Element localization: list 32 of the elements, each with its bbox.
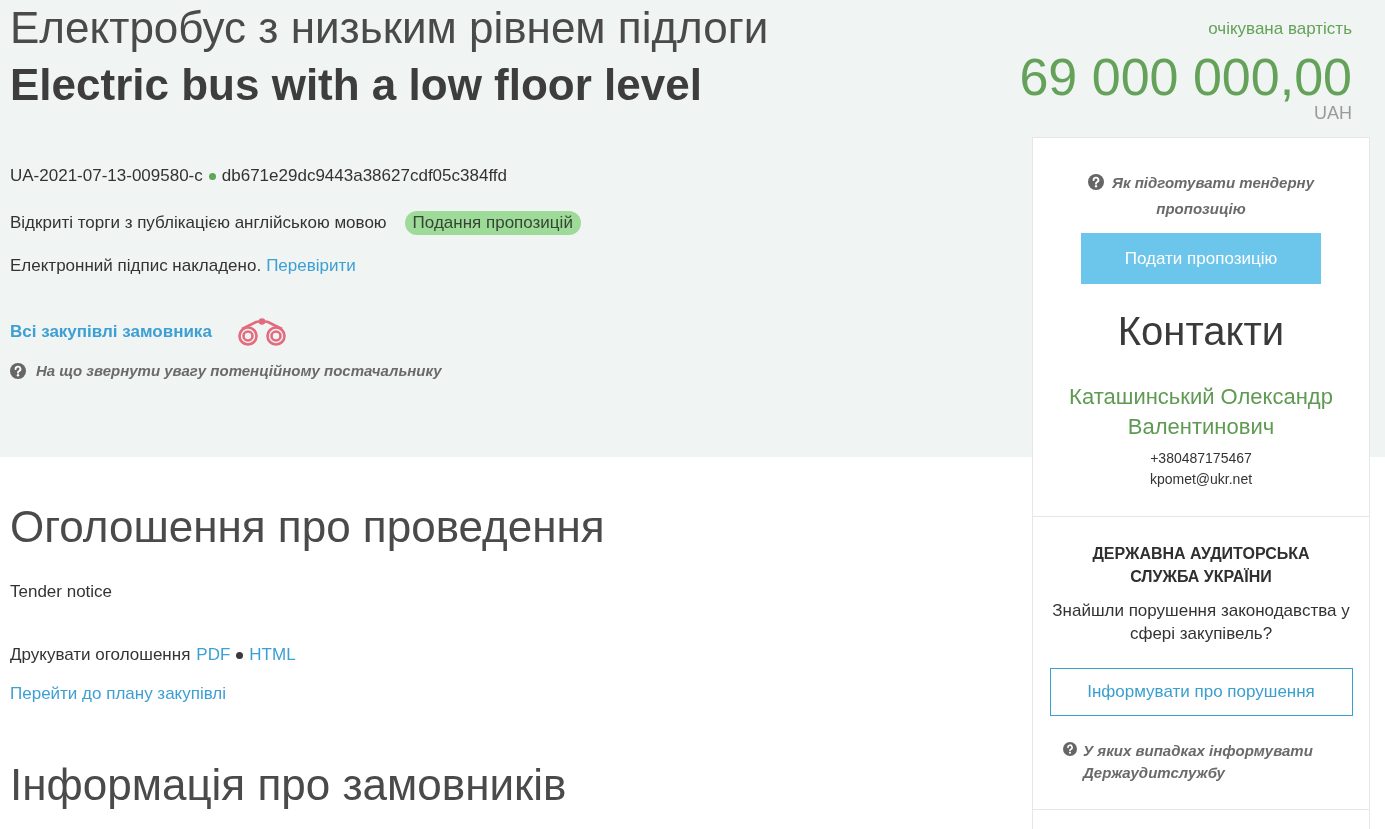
- contact-name: Каташинський Олександр Валентинович: [1068, 383, 1334, 441]
- page-subtitle: Electric bus with a low floor level: [10, 59, 702, 111]
- verify-link[interactable]: Перевірити: [266, 254, 356, 278]
- contact-phone: +380487175467: [1150, 449, 1252, 468]
- tender-id: UA-2021-07-13-009580-c: [10, 165, 203, 187]
- page-title: Електробус з низьким рівнем підлоги: [10, 2, 769, 54]
- print-label: Друкувати оголошення: [10, 644, 191, 666]
- audit-service-title: ДЕРЖАВНА АУДИТОРСЬКА СЛУЖБА УКРАЇНИ: [1091, 544, 1311, 587]
- pdf-link[interactable]: PDF: [196, 643, 231, 667]
- signature-status: Електронний підпис накладено.: [10, 255, 262, 277]
- contacts-heading: Контакти: [1117, 308, 1285, 355]
- help-icon: [10, 363, 26, 379]
- budget-label: очікувана вартість: [1208, 18, 1352, 40]
- buyer-procurements-link[interactable]: Всі закупівлі замовника: [10, 320, 212, 344]
- section-subtitle: Tender notice: [10, 581, 113, 603]
- supplier-tip-link[interactable]: На що звернути увагу потенційному постачальнику: [10, 359, 442, 383]
- report-violation-button[interactable]: Інформувати про порушення: [1049, 668, 1353, 716]
- contact-email: kpomet@ukr.net: [1149, 470, 1253, 489]
- tender-hash: db671e29dc9443a38627cdf05c384ffd: [221, 165, 507, 187]
- audit-help-link[interactable]: У яких випадках інформувати Держаудитслужбу: [1063, 740, 1328, 784]
- help-icon: [1088, 174, 1104, 190]
- section-heading: Інформація про замовників: [10, 759, 567, 811]
- procurement-plan-link[interactable]: Перейти до плану закупівлі: [10, 682, 227, 706]
- binoculars-icon[interactable]: [235, 318, 288, 346]
- audit-question: Знайшли порушення законодавства у сфері закупівель?: [1051, 600, 1351, 645]
- help-link[interactable]: Як підготувати тендерну пропозицію: [1076, 170, 1326, 222]
- status-badge: Подання пропозицій: [404, 211, 581, 235]
- procedure-type: Відкриті торги з публікацією англійською мовою: [10, 212, 387, 234]
- submit-proposal-button[interactable]: Подати пропозицію: [1081, 233, 1321, 284]
- help-icon: [1063, 742, 1077, 756]
- html-link[interactable]: HTML: [249, 643, 296, 667]
- section-heading: Оголошення про проведення: [10, 501, 605, 553]
